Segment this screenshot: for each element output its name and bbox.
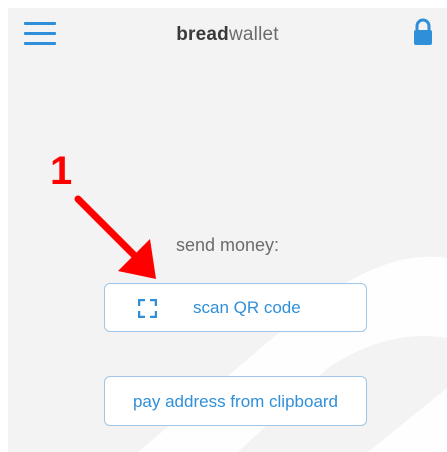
top-bar: breadwallet xyxy=(8,8,447,60)
send-screen: breadwallet 1 send money: scan QR code p… xyxy=(8,8,447,452)
scan-qr-code-button[interactable]: scan QR code xyxy=(104,283,367,332)
lock-icon[interactable] xyxy=(412,18,434,46)
qr-scan-icon xyxy=(138,299,157,318)
app-logo: breadwallet xyxy=(8,24,447,46)
pay-from-clipboard-button[interactable]: pay address from clipboard xyxy=(104,376,367,426)
step-number-annotation: 1 xyxy=(50,149,73,193)
logo-light-text: wallet xyxy=(228,24,279,45)
pay-from-clipboard-label: pay address from clipboard xyxy=(132,392,339,411)
logo-bold-text: bread xyxy=(176,24,229,45)
send-money-label: send money: xyxy=(175,235,280,255)
scan-qr-code-label: scan QR code xyxy=(193,298,301,317)
